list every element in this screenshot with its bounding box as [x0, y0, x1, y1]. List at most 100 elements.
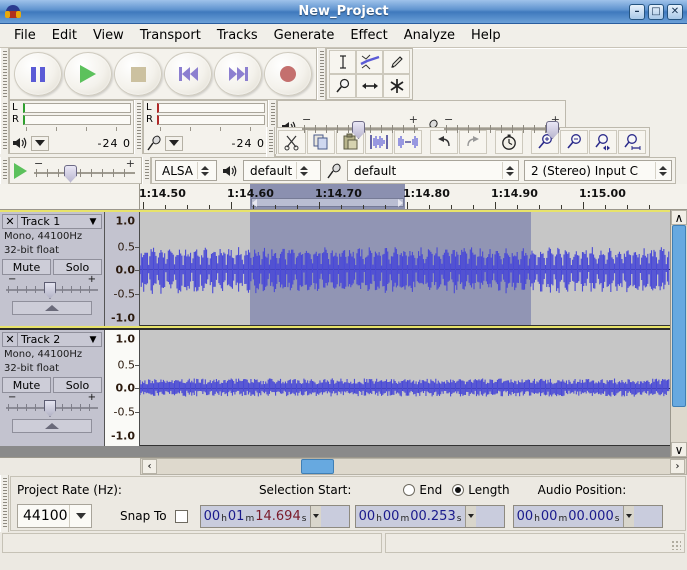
- zoom-tool[interactable]: [329, 74, 356, 98]
- track-menu-dropdown[interactable]: ▼: [85, 335, 101, 345]
- input-slider-thumb[interactable]: [546, 121, 559, 139]
- skip-to-start-button[interactable]: [164, 52, 212, 96]
- transport-toolbar-grip[interactable]: [0, 48, 9, 100]
- output-device-dropdown[interactable]: default: [243, 160, 321, 181]
- selection-tool[interactable]: [329, 50, 356, 74]
- track-control-panel-2[interactable]: ✕ Track 2 ▼ Mono, 44100Hz 32-bit float M…: [0, 330, 105, 446]
- edit-toolbar-grip[interactable]: [266, 127, 275, 157]
- gain-slider-thumb[interactable]: [44, 282, 56, 299]
- resize-grip-icon[interactable]: [671, 540, 681, 550]
- project-rate-combo[interactable]: 44100: [17, 504, 92, 528]
- minimize-button[interactable]: –: [629, 4, 645, 20]
- track-mute-button[interactable]: Mute: [2, 259, 51, 275]
- track-format-line1: Mono, 44100Hz: [2, 231, 102, 243]
- track-waveform-1[interactable]: [140, 212, 670, 326]
- track-row[interactable]: ✕ Track 1 ▼ Mono, 44100Hz 32-bit float M…: [0, 210, 670, 328]
- menu-transport[interactable]: Transport: [132, 25, 209, 46]
- scroll-up-button[interactable]: ∧: [671, 210, 687, 225]
- play-button[interactable]: [64, 52, 112, 96]
- track-mute-button[interactable]: Mute: [2, 377, 51, 393]
- transport-play-grip[interactable]: [0, 157, 9, 184]
- gain-slider-thumb[interactable]: [44, 400, 56, 417]
- chevron-down-icon[interactable]: [623, 506, 634, 527]
- snap-to-checkbox[interactable]: [175, 510, 188, 523]
- track-pan-slider-collapsed[interactable]: [12, 301, 92, 315]
- input-channels-dropdown[interactable]: 2 (Stereo) Input C: [524, 160, 672, 181]
- selection-toolbar-grip[interactable]: [0, 475, 9, 532]
- zoom-out-button[interactable]: [560, 130, 588, 154]
- track-gain-slider[interactable]: − +: [6, 396, 98, 416]
- audio-position-field[interactable]: 00 h 00 m 00.000 s: [513, 505, 663, 528]
- scroll-right-button[interactable]: ›: [670, 459, 685, 474]
- recording-meter-menu-button[interactable]: [165, 136, 183, 151]
- menu-generate[interactable]: Generate: [266, 25, 343, 46]
- fit-project-button[interactable]: [618, 130, 646, 154]
- envelope-tool[interactable]: [356, 50, 383, 74]
- track-solo-button[interactable]: Solo: [53, 259, 102, 275]
- length-minutes-unit: m: [399, 514, 410, 524]
- play-at-speed-button[interactable]: [14, 163, 27, 179]
- track-row[interactable]: ✕ Track 2 ▼ Mono, 44100Hz 32-bit float M…: [0, 328, 670, 446]
- menu-edit[interactable]: Edit: [44, 25, 85, 46]
- track-waveform-2[interactable]: [140, 330, 670, 446]
- selection-length-field[interactable]: 00 h 00 m 00.253 s: [355, 505, 505, 528]
- length-radio-button[interactable]: [452, 484, 464, 496]
- maximize-button[interactable]: □: [648, 4, 664, 20]
- recording-meter-grip[interactable]: [134, 100, 143, 154]
- menu-view[interactable]: View: [85, 25, 132, 46]
- multi-tool[interactable]: [383, 74, 410, 98]
- close-button[interactable]: ✕: [667, 4, 683, 20]
- track-pan-slider-collapsed[interactable]: [12, 419, 92, 433]
- end-radio-button[interactable]: [403, 484, 415, 496]
- menu-tracks[interactable]: Tracks: [209, 25, 266, 46]
- chevron-down-icon: [35, 140, 45, 146]
- playback-meter-right-bar: [23, 115, 131, 125]
- selection-start-field[interactable]: 00 h 01 m 14.694 s: [200, 505, 350, 528]
- time-shift-tool[interactable]: [356, 74, 383, 98]
- chevron-down-icon[interactable]: [465, 506, 476, 527]
- menu-effect[interactable]: Effect: [342, 25, 395, 46]
- output-slider-thumb[interactable]: [352, 121, 365, 139]
- record-button[interactable]: [264, 52, 312, 96]
- timeline-ruler[interactable]: 1:14.50 1:14.60 1:14.70 1:14.80 1:14.90 …: [140, 184, 670, 209]
- horizontal-scrollbar[interactable]: ‹ ›: [0, 457, 687, 475]
- input-device-dropdown[interactable]: default: [347, 160, 519, 181]
- scroll-left-button[interactable]: ‹: [142, 459, 157, 474]
- track-gain-slider[interactable]: − +: [6, 278, 98, 298]
- stop-button[interactable]: [114, 52, 162, 96]
- horizontal-scroll-thumb[interactable]: [301, 459, 334, 474]
- play-speed-slider[interactable]: − +: [32, 160, 137, 182]
- track-format-line2: 32-bit float: [2, 363, 102, 375]
- track-solo-button[interactable]: Solo: [53, 377, 102, 393]
- fit-selection-button[interactable]: [589, 130, 617, 154]
- playback-meter-menu-button[interactable]: [31, 136, 49, 151]
- pause-button[interactable]: [14, 52, 62, 96]
- recording-meter-toolbar[interactable]: L R -24 0: [143, 100, 268, 154]
- output-volume-slider[interactable]: − +: [300, 116, 420, 138]
- playback-meter-grip[interactable]: [0, 100, 9, 154]
- menu-file[interactable]: File: [6, 25, 44, 46]
- audio-host-dropdown[interactable]: ALSA: [155, 160, 217, 181]
- chevron-down-icon[interactable]: [310, 506, 321, 527]
- track-menu-dropdown[interactable]: ▼: [85, 217, 101, 227]
- vertical-scrollbar[interactable]: ∧ ∨: [670, 210, 687, 457]
- draw-tool[interactable]: [383, 50, 410, 74]
- vertical-scroll-thumb[interactable]: [672, 225, 686, 407]
- input-volume-slider[interactable]: − +: [442, 116, 562, 138]
- scroll-down-button[interactable]: ∨: [671, 442, 687, 457]
- tools-toolbar-grip[interactable]: [317, 48, 326, 100]
- horizontal-scroll-track[interactable]: [158, 459, 669, 474]
- speed-slider-thumb[interactable]: [64, 165, 77, 183]
- skip-to-end-button[interactable]: [214, 52, 262, 96]
- track-close-button[interactable]: ✕: [3, 215, 18, 228]
- vertical-scroll-track[interactable]: [671, 225, 687, 442]
- playback-meter-toolbar[interactable]: L R -24 0: [9, 100, 134, 154]
- track-close-button[interactable]: ✕: [3, 333, 18, 346]
- input-device-value: default: [354, 164, 396, 178]
- menu-help[interactable]: Help: [463, 25, 509, 46]
- device-toolbar-grip[interactable]: [142, 157, 151, 184]
- menu-analyze[interactable]: Analyze: [396, 25, 463, 46]
- selection-toolbar: Project Rate (Hz): Selection Start: End …: [0, 475, 687, 532]
- track-control-panel-1[interactable]: ✕ Track 1 ▼ Mono, 44100Hz 32-bit float M…: [0, 212, 105, 326]
- audiopos-minutes-unit: m: [557, 514, 568, 524]
